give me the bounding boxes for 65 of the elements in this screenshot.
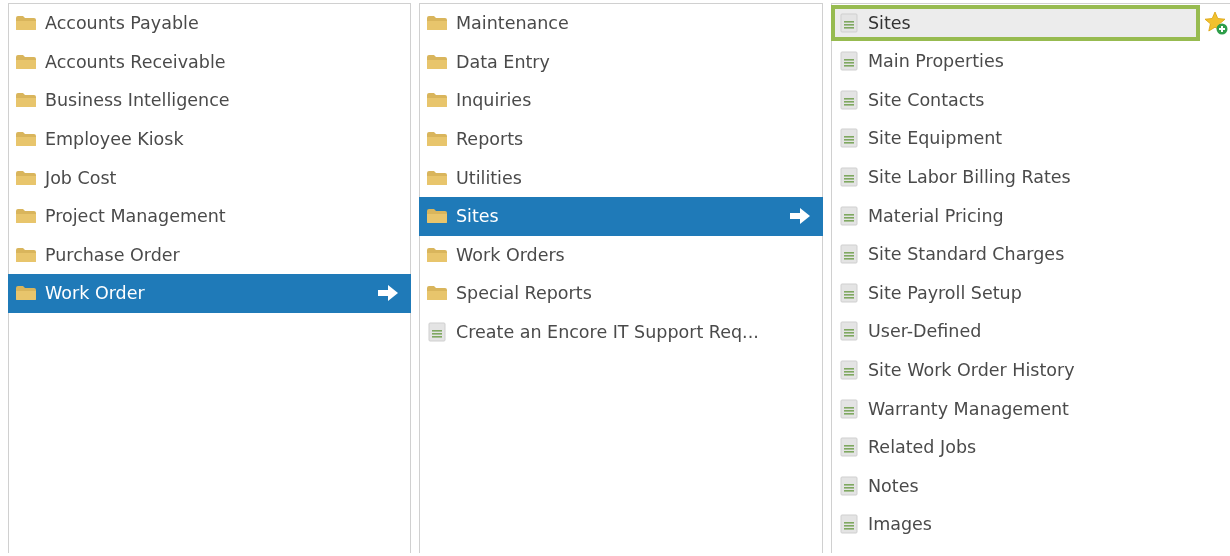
menu-item[interactable]: Work Order bbox=[8, 274, 411, 313]
folder-icon bbox=[426, 246, 448, 263]
menu-item[interactable]: Employee Kiosk bbox=[8, 119, 411, 159]
folder-icon bbox=[15, 92, 37, 109]
menu-item[interactable]: Business Intelligence bbox=[8, 81, 411, 120]
folder-icon bbox=[15, 15, 37, 32]
menu-item[interactable]: Work Orders bbox=[419, 235, 823, 275]
folder-icon bbox=[426, 15, 448, 32]
menu-item[interactable]: Site Equipment bbox=[831, 119, 1230, 158]
menu-item[interactable]: Site Payroll Setup bbox=[831, 273, 1230, 313]
menu-item[interactable]: Project Management bbox=[8, 196, 411, 236]
folder-icon bbox=[15, 131, 37, 148]
menu-item[interactable]: Create an Encore IT Support Req... bbox=[419, 312, 823, 352]
menu-item[interactable]: Sites bbox=[419, 196, 823, 236]
folder-icon bbox=[15, 53, 37, 70]
document-icon bbox=[838, 282, 860, 303]
folder-icon bbox=[426, 131, 448, 148]
menu-item[interactable]: Data Entry bbox=[419, 42, 823, 82]
document-icon bbox=[838, 167, 860, 188]
folder-icon bbox=[426, 285, 448, 302]
menu-item[interactable]: Site Standard Charges bbox=[831, 234, 1230, 274]
document-icon bbox=[838, 360, 860, 381]
document-icon bbox=[426, 322, 448, 343]
document-icon bbox=[838, 514, 860, 535]
add-favorite-icon[interactable] bbox=[1204, 11, 1228, 35]
folder-icon bbox=[426, 208, 448, 225]
document-icon bbox=[838, 89, 860, 110]
menu-item[interactable]: Maintenance bbox=[419, 4, 823, 43]
menu-item[interactable]: Related Jobs bbox=[831, 427, 1230, 467]
menu-item[interactable]: User-Defined bbox=[831, 312, 1230, 351]
menu-item[interactable]: Site Contacts bbox=[831, 80, 1230, 120]
folder-icon bbox=[15, 285, 37, 302]
menu-item[interactable]: Reports bbox=[419, 119, 823, 159]
menu-item[interactable]: Images bbox=[831, 505, 1230, 544]
document-icon bbox=[838, 128, 860, 149]
document-icon bbox=[838, 475, 860, 496]
document-icon bbox=[838, 205, 860, 226]
menu-item[interactable]: Special Reports bbox=[419, 274, 823, 313]
menu-item[interactable]: Notes bbox=[831, 466, 1230, 506]
menu-item[interactable]: Warranty Management bbox=[831, 389, 1230, 428]
document-icon bbox=[838, 321, 860, 342]
document-icon bbox=[838, 398, 860, 419]
folder-icon bbox=[426, 92, 448, 109]
menu-item[interactable]: Material Pricing bbox=[831, 196, 1230, 235]
arrow-icon bbox=[377, 284, 399, 303]
document-icon bbox=[838, 51, 860, 72]
menu-item[interactable]: Accounts Payable bbox=[8, 4, 411, 43]
menu-item[interactable]: Utilities bbox=[419, 158, 823, 197]
document-icon bbox=[838, 437, 860, 458]
folder-icon bbox=[426, 53, 448, 70]
menu-item[interactable]: Sites bbox=[831, 5, 1200, 41]
arrow-icon bbox=[789, 207, 811, 226]
menu-item[interactable]: Inquiries bbox=[419, 81, 823, 120]
folder-icon bbox=[426, 169, 448, 186]
menu-item[interactable]: Main Properties bbox=[831, 42, 1230, 81]
document-icon bbox=[838, 244, 860, 265]
menu-item[interactable]: Site Work Order History bbox=[831, 350, 1230, 390]
document-icon bbox=[838, 13, 860, 33]
menu-item[interactable]: Job Cost bbox=[8, 158, 411, 197]
folder-icon bbox=[15, 208, 37, 225]
menu-item[interactable]: Purchase Order bbox=[8, 235, 411, 275]
folder-icon bbox=[15, 246, 37, 263]
menu-item[interactable]: Site Labor Billing Rates bbox=[831, 157, 1230, 197]
menu-item[interactable]: Accounts Receivable bbox=[8, 42, 411, 82]
folder-icon bbox=[15, 169, 37, 186]
